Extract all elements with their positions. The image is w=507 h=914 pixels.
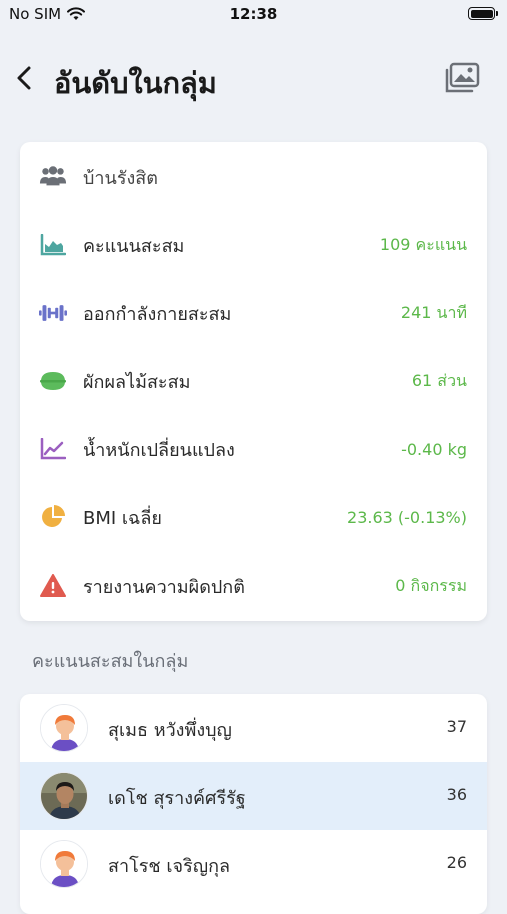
member-name: สาโรช เจริญกุล: [108, 856, 231, 877]
group-name: บ้านรังสิต: [83, 167, 158, 189]
summary-value: 109 คะแนน: [379, 234, 467, 254]
summary-label: น้ำหนักเปลี่ยนแปลง: [83, 439, 235, 461]
member-name: สุเมธ หวังพึ่งบุญ: [108, 720, 232, 741]
summary-label: ออกกำลังกายสะสม: [83, 303, 232, 325]
member-score: 36: [446, 785, 467, 804]
cartoon-avatar-icon: [40, 840, 88, 888]
member-score: 26: [446, 853, 467, 872]
group-name-row: บ้านรังสิต: [20, 157, 487, 197]
summary-row-exercise: ออกกำลังกายสะสม 241 นาที: [20, 293, 487, 333]
member-row[interactable]: สาโรช เจริญกุล 26: [20, 830, 487, 898]
summary-label: ผักผลไม้สะสม: [83, 371, 191, 393]
member-name: เดโช สุรางค์ศรีรัฐ: [108, 788, 246, 809]
status-time: 12:38: [229, 5, 278, 23]
members-section-title: คะแนนสะสมในกลุ่ม: [32, 651, 189, 672]
area-chart-icon: [39, 231, 67, 259]
summary-row-vegetables: ผักผลไม้สะสม 61 ส่วน: [20, 361, 487, 401]
summary-label: BMI เฉลี่ย: [83, 507, 162, 529]
battery-icon: [468, 7, 498, 20]
back-button[interactable]: [10, 62, 38, 94]
pie-chart-icon: [39, 503, 67, 531]
summary-row-abnormal: รายงานความผิดปกติ 0 กิจกรรม: [20, 566, 487, 606]
summary-value: -0.40 kg: [401, 439, 467, 459]
members-list: สุเมธ หวังพึ่งบุญ 37 เดโช สุรางค์ศรีรัฐ …: [20, 694, 487, 914]
photo-avatar-icon: [40, 772, 88, 820]
navigation-bar: อันดับในกลุ่ม: [0, 48, 507, 108]
summary-label: รายงานความผิดปกติ: [83, 576, 245, 598]
group-users-icon: [39, 163, 67, 191]
page-title: อันดับในกลุ่ม: [54, 66, 217, 100]
status-bar: No SIM 12:38: [0, 0, 507, 30]
summary-row-points: คะแนนสะสม 109 คะแนน: [20, 225, 487, 265]
line-chart-icon: [39, 435, 67, 463]
cartoon-avatar-icon: [40, 704, 88, 752]
summary-value: 0 กิจกรรม: [395, 575, 467, 595]
gallery-button[interactable]: [445, 62, 481, 94]
group-summary-card: บ้านรังสิต คะแนนสะสม 109 คะแนน ออกกำลังก…: [20, 142, 487, 621]
summary-row-weight: น้ำหนักเปลี่ยนแปลง -0.40 kg: [20, 429, 487, 469]
photo-gallery-icon: [445, 62, 480, 93]
summary-value: 241 นาที: [400, 302, 467, 322]
chevron-left-icon: [17, 66, 31, 90]
food-bowl-icon: [39, 367, 67, 395]
warning-icon: [39, 572, 67, 600]
dumbbell-icon: [39, 299, 67, 327]
member-score: 37: [446, 717, 467, 736]
summary-value: 23.63 (-0.13%): [347, 507, 467, 527]
summary-value: 61 ส่วน: [411, 370, 467, 390]
summary-row-bmi: BMI เฉลี่ย 23.63 (-0.13%): [20, 497, 487, 537]
member-row-current-user[interactable]: เดโช สุรางค์ศรีรัฐ 36: [20, 762, 487, 830]
summary-label: คะแนนสะสม: [83, 235, 185, 257]
member-row[interactable]: สุเมธ หวังพึ่งบุญ 37: [20, 694, 487, 762]
